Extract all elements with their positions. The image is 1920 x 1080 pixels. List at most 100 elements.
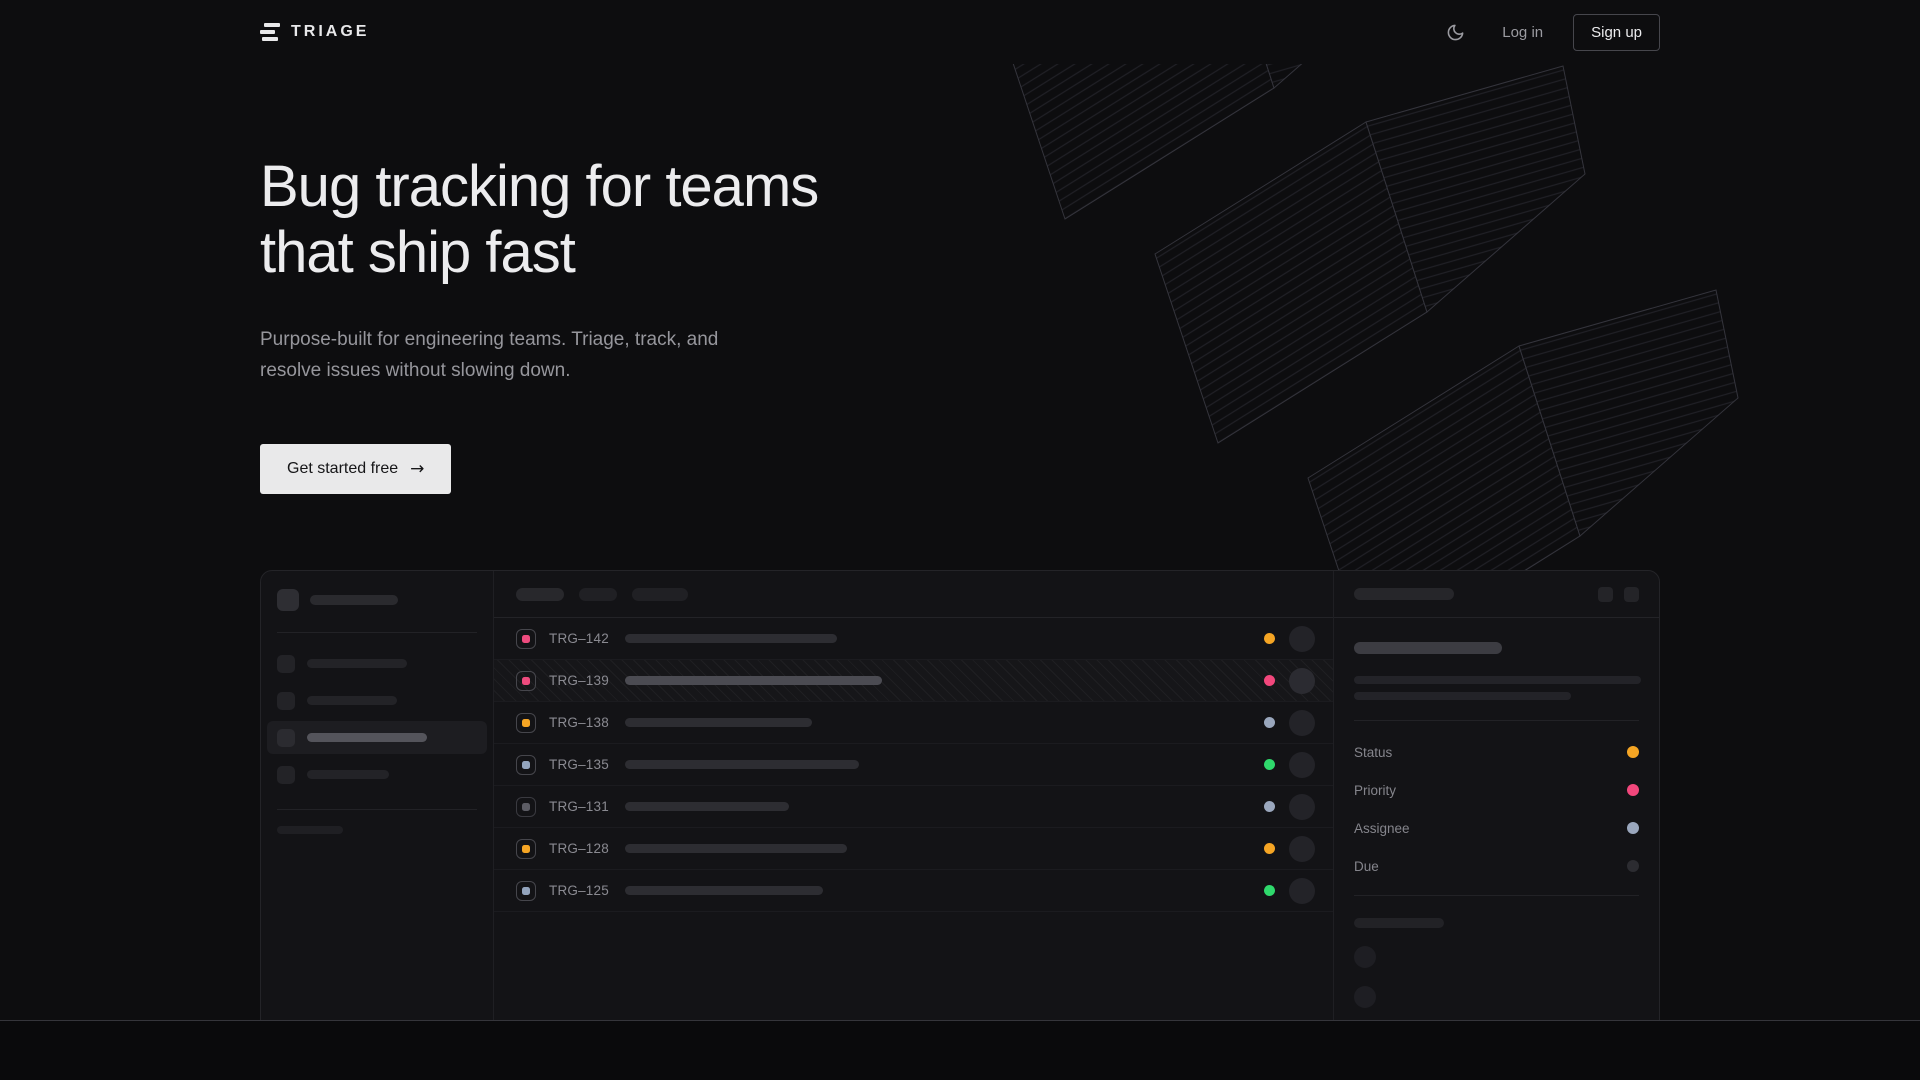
- hero-section: Bug tracking for teams that ship fast Pu…: [0, 64, 1920, 1021]
- issue-type-icon: [516, 755, 536, 775]
- app-mockup: TRG–142 TRG–139 TRG–138 TRG–135 TRG–131 …: [260, 570, 1660, 1021]
- activity-label-skeleton: [1354, 918, 1444, 928]
- list-tabs: [494, 571, 1333, 618]
- workspace-switcher[interactable]: [277, 589, 477, 611]
- workspace-name-skeleton: [310, 595, 398, 605]
- assignee-avatar[interactable]: [1289, 710, 1315, 736]
- issue-title-skeleton: [625, 802, 789, 811]
- page-title: Bug tracking for teams that ship fast: [260, 154, 900, 286]
- login-link[interactable]: Log in: [1502, 24, 1543, 41]
- issue-row[interactable]: TRG–142: [494, 618, 1333, 660]
- issue-row[interactable]: TRG–138: [494, 702, 1333, 744]
- triage-logo-icon: [260, 23, 280, 41]
- issue-title-skeleton: [625, 760, 859, 769]
- panel-divider: [1354, 895, 1639, 896]
- tab-skeleton-active[interactable]: [516, 588, 564, 601]
- theme-toggle-button[interactable]: [1438, 15, 1472, 49]
- issue-type-icon: [516, 881, 536, 901]
- issue-type-icon: [516, 713, 536, 733]
- issue-description-skeleton: [1354, 676, 1641, 684]
- assignee-avatar[interactable]: [1289, 878, 1315, 904]
- issue-type-icon: [516, 629, 536, 649]
- activity-avatar: [1354, 986, 1376, 1008]
- issue-rows: TRG–142 TRG–139 TRG–138 TRG–135 TRG–131 …: [494, 618, 1333, 912]
- cta-label: Get started free: [287, 460, 398, 478]
- issue-id: TRG–125: [549, 883, 613, 898]
- property-value-dot: [1627, 784, 1639, 796]
- status-dot: [1264, 675, 1275, 686]
- hero-subtitle: Purpose-built for engineering teams. Tri…: [260, 324, 730, 386]
- status-dot: [1264, 885, 1275, 896]
- assignee-avatar[interactable]: [1289, 752, 1315, 778]
- assignee-avatar[interactable]: [1289, 836, 1315, 862]
- property-value-dot: [1627, 860, 1639, 872]
- sidebar-item-skeleton: [307, 659, 407, 668]
- issue-id: TRG–128: [549, 841, 613, 856]
- issue-title-skeleton: [625, 634, 837, 643]
- sidebar-item[interactable]: [267, 684, 487, 717]
- issue-title-skeleton: [625, 676, 882, 685]
- issue-title-skeleton: [1354, 642, 1502, 654]
- sidebar-item-icon: [277, 692, 295, 710]
- assignee-avatar[interactable]: [1289, 626, 1315, 652]
- property-row[interactable]: Priority: [1354, 771, 1639, 809]
- property-row[interactable]: Status: [1354, 733, 1639, 771]
- status-dot: [1264, 717, 1275, 728]
- issue-id: TRG–135: [549, 757, 613, 772]
- issue-row[interactable]: TRG–128: [494, 828, 1333, 870]
- issue-type-icon: [516, 839, 536, 859]
- issue-list: TRG–142 TRG–139 TRG–138 TRG–135 TRG–131 …: [494, 571, 1333, 1021]
- tab-skeleton[interactable]: [632, 588, 688, 601]
- issue-row[interactable]: TRG–131: [494, 786, 1333, 828]
- issue-title-skeleton: [625, 718, 812, 727]
- panel-title-skeleton: [1354, 588, 1454, 600]
- issue-id: TRG–142: [549, 631, 613, 646]
- brand[interactable]: TRIAGE: [260, 23, 369, 41]
- property-row[interactable]: Due: [1354, 847, 1639, 885]
- sidebar-divider: [277, 809, 477, 810]
- issue-type-icon: [516, 797, 536, 817]
- panel-control-button[interactable]: [1624, 587, 1639, 602]
- signup-button[interactable]: Sign up: [1573, 14, 1660, 51]
- issue-row[interactable]: TRG–139: [494, 660, 1333, 702]
- issue-properties: Status Priority Assignee Due: [1354, 733, 1639, 885]
- assignee-avatar[interactable]: [1289, 668, 1315, 694]
- issue-row[interactable]: TRG–135: [494, 744, 1333, 786]
- issue-id: TRG–138: [549, 715, 613, 730]
- sidebar-item-skeleton: [307, 733, 427, 742]
- panel-control-button[interactable]: [1598, 587, 1613, 602]
- sidebar-divider: [277, 632, 477, 633]
- issue-title-skeleton: [625, 886, 823, 895]
- issue-type-icon: [516, 671, 536, 691]
- property-row[interactable]: Assignee: [1354, 809, 1639, 847]
- sidebar-item-active[interactable]: [267, 721, 487, 754]
- activity-avatar: [1354, 946, 1376, 968]
- status-dot: [1264, 843, 1275, 854]
- arrow-right-icon: →: [410, 459, 424, 479]
- status-dot: [1264, 801, 1275, 812]
- sidebar-section-label-skeleton: [277, 826, 343, 834]
- issue-id: TRG–131: [549, 799, 613, 814]
- workspace-avatar: [277, 589, 299, 611]
- sidebar-item[interactable]: [267, 647, 487, 680]
- issue-title-skeleton: [625, 844, 847, 853]
- sidebar-item-skeleton: [307, 770, 389, 779]
- tab-skeleton[interactable]: [579, 588, 617, 601]
- status-dot: [1264, 633, 1275, 644]
- sidebar-item-icon: [277, 655, 295, 673]
- sidebar-item[interactable]: [267, 758, 487, 791]
- panel-divider: [1354, 720, 1639, 721]
- property-label: Priority: [1354, 783, 1396, 798]
- top-nav: TRIAGE Log in Sign up: [0, 0, 1920, 64]
- brand-name: TRIAGE: [291, 23, 369, 41]
- mockup-sidebar: [261, 571, 494, 1021]
- issue-id: TRG–139: [549, 673, 613, 688]
- property-label: Due: [1354, 859, 1379, 874]
- panel-header: [1334, 571, 1659, 618]
- issue-row[interactable]: TRG–125: [494, 870, 1333, 912]
- moon-icon: [1446, 23, 1465, 42]
- assignee-avatar[interactable]: [1289, 794, 1315, 820]
- get-started-button[interactable]: Get started free →: [260, 444, 451, 494]
- sidebar-item-skeleton: [307, 696, 397, 705]
- property-label: Assignee: [1354, 821, 1410, 836]
